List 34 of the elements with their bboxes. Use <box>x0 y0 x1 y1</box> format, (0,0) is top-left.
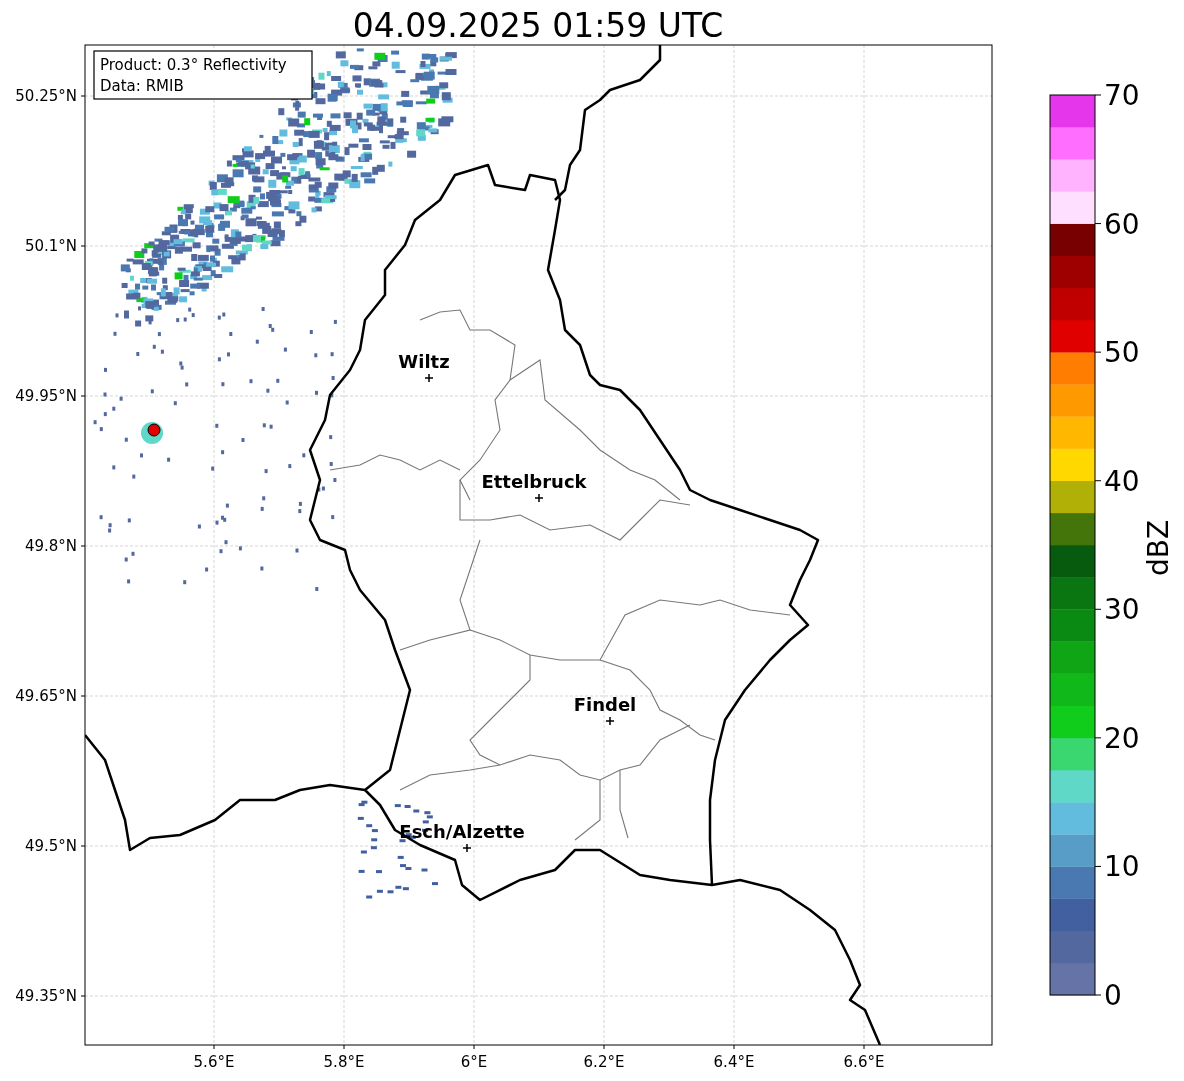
x-tick-label: 5.6°E <box>193 1053 235 1071</box>
city-label: Esch/Alzette <box>399 821 525 842</box>
city-label: Wiltz <box>398 351 450 372</box>
colorbar-tick-label: 30 <box>1104 593 1140 627</box>
y-tick-label: 49.5°N <box>24 837 77 855</box>
colorbar-label: dBZ <box>1142 519 1175 577</box>
y-tick-label: 50.1°N <box>24 237 77 255</box>
city-marker-icon <box>605 716 615 726</box>
chart-title: 04.09.2025 01:59 UTC <box>352 6 724 45</box>
colorbar-tick-label: 40 <box>1104 464 1140 498</box>
colorbar-tick-label: 20 <box>1104 721 1140 755</box>
x-tick-label: 5.8°E <box>323 1053 365 1071</box>
x-tick-label: 6.6°E <box>843 1053 885 1071</box>
city-label: Ettelbruck <box>481 471 587 492</box>
x-tick-label: 6.2°E <box>583 1053 625 1071</box>
radar-site-icon <box>147 423 161 437</box>
colorbar-tick-label: 70 <box>1104 79 1140 112</box>
y-tick-label: 49.95°N <box>15 387 77 405</box>
city-label: Findel <box>573 694 637 715</box>
info-text: Product: 0.3° Reflectivity <box>100 56 287 74</box>
info-text: Data: RMIB <box>100 77 184 95</box>
city-marker-icon <box>534 493 544 503</box>
y-tick-label: 49.35°N <box>15 987 77 1005</box>
y-tick-label: 50.25°N <box>15 87 77 105</box>
colorbar-tick-label: 50 <box>1104 336 1140 370</box>
y-tick-label: 49.8°N <box>24 537 77 555</box>
city-marker-icon <box>462 843 472 853</box>
colorbar-tick-label: 10 <box>1104 850 1140 884</box>
x-tick-label: 6°E <box>460 1053 488 1071</box>
city-marker-icon <box>424 373 434 383</box>
colorbar-tick-label: 0 <box>1104 979 1122 1012</box>
colorbar-tick-label: 60 <box>1104 207 1140 241</box>
y-tick-label: 49.65°N <box>15 687 77 705</box>
x-tick-label: 6.4°E <box>713 1053 755 1071</box>
